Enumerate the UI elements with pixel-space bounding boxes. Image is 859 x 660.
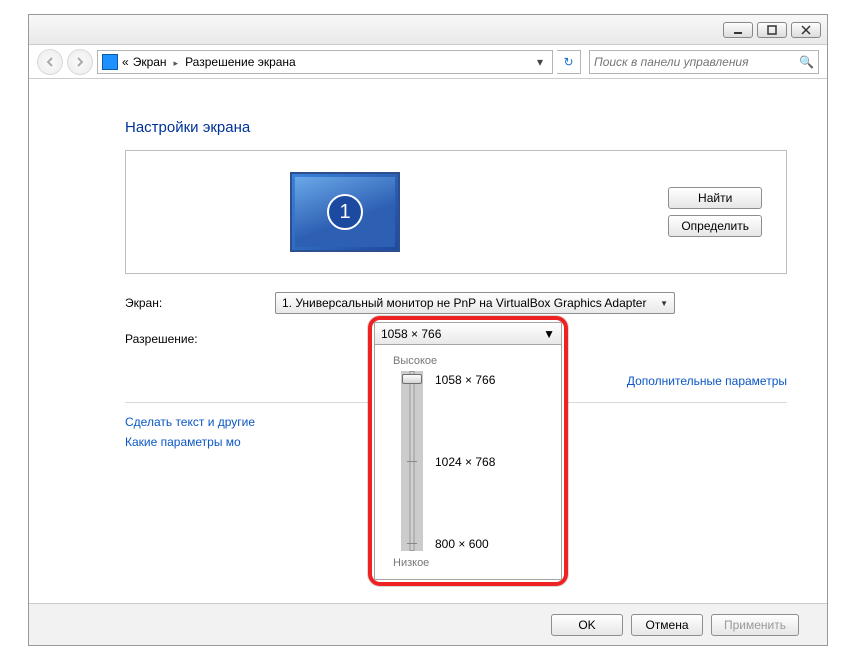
screen-row: Экран: 1. Универсальный монитор не PnP н… (125, 292, 787, 314)
apply-button[interactable]: Применить (711, 614, 799, 636)
slider-low-label: Низкое (393, 557, 547, 569)
page-title: Настройки экрана (125, 119, 787, 136)
navbar: « Экран Разрешение экрана ▾ ↻ 🔍 (29, 45, 827, 79)
ok-button[interactable]: OK (551, 614, 623, 636)
slider-tick (407, 543, 417, 544)
close-button[interactable] (791, 22, 821, 38)
screen-label: Экран: (125, 296, 275, 310)
breadcrumb-item[interactable]: Разрешение экрана (185, 55, 296, 69)
refresh-button[interactable]: ↻ (557, 50, 581, 74)
search-icon[interactable]: 🔍 (799, 55, 814, 69)
resolution-combo[interactable]: 1058 × 766 ▼ (375, 323, 561, 345)
monitor-thumb[interactable]: 1 (290, 172, 400, 252)
monitor-number: 1 (327, 194, 363, 230)
breadcrumb-item[interactable]: Экран (133, 55, 167, 69)
address-bar[interactable]: « Экран Разрешение экрана ▾ (97, 50, 553, 74)
titlebar (29, 15, 827, 45)
slider-option: 800 × 600 (435, 537, 489, 551)
back-button[interactable] (37, 49, 63, 75)
minimize-button[interactable] (723, 22, 753, 38)
cancel-button[interactable]: Отмена (631, 614, 703, 636)
resolution-label: Разрешение: (125, 332, 275, 346)
chevron-down-icon: ▼ (543, 327, 555, 341)
breadcrumb-prefix: « (122, 55, 129, 69)
control-panel-icon (102, 54, 118, 70)
address-dropdown-icon[interactable]: ▾ (532, 55, 548, 69)
resolution-combo-value: 1058 × 766 (381, 327, 441, 341)
find-button[interactable]: Найти (668, 187, 762, 209)
dialog-footer: OK Отмена Применить (29, 603, 827, 645)
screen-combo-value: 1. Универсальный монитор не PnP на Virtu… (282, 296, 646, 310)
screen-combo[interactable]: 1. Универсальный монитор не PnP на Virtu… (275, 292, 675, 314)
resolution-slider-track[interactable] (401, 371, 423, 551)
maximize-button[interactable] (757, 22, 787, 38)
resolution-slider-popup: 1058 × 766 ▼ Высокое 1058 × 766 1024 × 7… (368, 316, 568, 586)
slider-thumb[interactable] (402, 374, 422, 384)
display-preview-box: 1 Найти Определить (125, 150, 787, 274)
breadcrumb-sep (171, 55, 182, 69)
slider-tick (407, 461, 417, 462)
search-input[interactable] (594, 55, 799, 69)
slider-option: 1058 × 766 (435, 373, 495, 387)
chevron-down-icon: ▼ (660, 299, 668, 308)
identify-button[interactable]: Определить (668, 215, 762, 237)
slider-option: 1024 × 768 (435, 455, 495, 469)
forward-button[interactable] (67, 49, 93, 75)
slider-high-label: Высокое (393, 355, 547, 367)
search-box[interactable]: 🔍 (589, 50, 819, 74)
